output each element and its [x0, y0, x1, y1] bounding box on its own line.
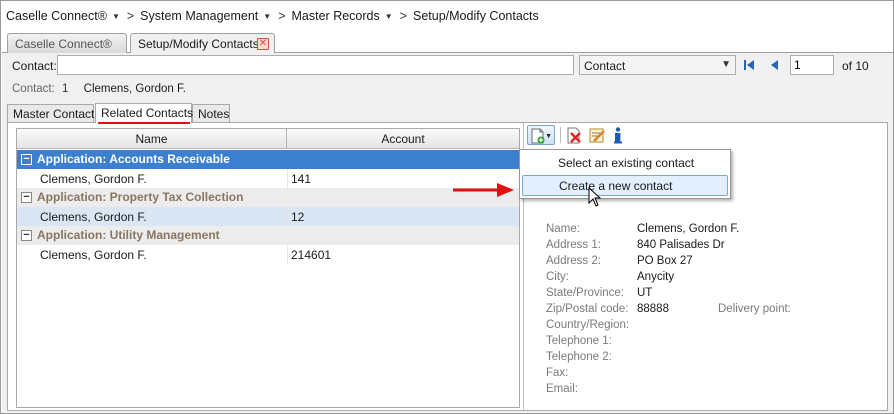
- address2-label: Address 2:: [546, 255, 601, 267]
- collapse-icon[interactable]: −: [21, 230, 32, 241]
- contact-label: Contact:: [12, 59, 57, 73]
- new-contact-menu: Select an existing contact Create a new …: [519, 149, 731, 199]
- chevron-down-icon[interactable]: ▼: [112, 12, 120, 21]
- tab-master-contact[interactable]: Master Contact: [7, 104, 94, 122]
- summary-count: 1: [62, 83, 69, 95]
- grid-header: Name Account: [17, 129, 519, 149]
- annotation-arrow-icon: [453, 183, 514, 197]
- tab-label: Setup/Modify Contacts: [138, 37, 259, 51]
- tab-related-contacts[interactable]: Related Contacts: [95, 103, 193, 123]
- column-header-account[interactable]: Account: [287, 129, 519, 148]
- delivery-point-label: Delivery point:: [718, 303, 791, 315]
- address1-value: 840 Palisades Dr: [637, 239, 725, 251]
- telephone1-label: Telephone 1:: [546, 335, 612, 347]
- edit-contact-icon[interactable]: [588, 125, 606, 145]
- table-row[interactable]: Clemens, Gordon F. 12: [17, 207, 519, 226]
- zip-value: 88888: [637, 303, 669, 315]
- delete-contact-icon[interactable]: [565, 125, 583, 145]
- name-value: Clemens, Gordon F.: [637, 223, 740, 235]
- contact-search-input[interactable]: [57, 55, 574, 75]
- chevron-down-icon: ▼: [721, 59, 731, 70]
- cell-name: Clemens, Gordon F.: [40, 248, 147, 262]
- summary-label: Contact:: [12, 83, 55, 95]
- document-tabstrip: Caselle Connect® Setup/Modify Contacts ✕: [2, 31, 893, 54]
- menu-item-create-new[interactable]: Create a new contact: [522, 175, 728, 196]
- annotation-underline: [98, 122, 190, 124]
- main-content: Contact: Contact ▼ of 10 Contact: 1 Clem…: [2, 53, 893, 413]
- chevron-down-icon[interactable]: ▼: [263, 12, 271, 21]
- breadcrumb-item-system-management[interactable]: System Management: [140, 9, 258, 23]
- collapse-icon[interactable]: −: [21, 154, 32, 165]
- search-by-value: Contact: [584, 59, 626, 73]
- record-total: of 10: [842, 59, 869, 73]
- state-value: UT: [637, 287, 653, 299]
- related-contacts-grid: Name Account − Application: Accounts Rec…: [16, 128, 520, 408]
- address2-value: PO Box 27: [637, 255, 693, 267]
- cell-account: 12: [291, 210, 305, 224]
- tab-caselle-connect[interactable]: Caselle Connect®: [7, 33, 127, 53]
- chevron-down-icon: ▼: [545, 133, 552, 140]
- menu-item-select-existing[interactable]: Select an existing contact: [522, 152, 728, 173]
- chevron-down-icon[interactable]: ▼: [385, 12, 393, 21]
- cell-divider: [287, 207, 288, 226]
- info-icon[interactable]: [611, 125, 625, 145]
- search-by-select[interactable]: Contact ▼: [579, 55, 736, 75]
- breadcrumb: Caselle Connect® ▼ > System Management ▼…: [2, 2, 893, 30]
- tab-setup-modify-contacts[interactable]: Setup/Modify Contacts ✕: [130, 33, 275, 54]
- zip-label: Zip/Postal code:: [546, 303, 629, 315]
- email-label: Email:: [546, 383, 578, 395]
- breadcrumb-item-current: Setup/Modify Contacts: [412, 9, 539, 23]
- summary-name: Clemens, Gordon F.: [83, 83, 186, 95]
- cell-divider: [287, 169, 288, 188]
- fax-label: Fax:: [546, 367, 569, 379]
- group-row-accounts-receivable[interactable]: − Application: Accounts Receivable: [17, 150, 519, 169]
- tab-notes[interactable]: Notes: [192, 104, 230, 122]
- cell-name: Clemens, Gordon F.: [40, 210, 147, 224]
- address1-label: Address 1:: [546, 239, 601, 251]
- breadcrumb-separator: >: [399, 9, 407, 23]
- city-label: City:: [546, 271, 569, 283]
- group-title: Application: Utility Management: [37, 228, 220, 242]
- toolbar-separator: [560, 127, 561, 143]
- table-row[interactable]: Clemens, Gordon F. 141: [17, 169, 519, 188]
- first-record-icon[interactable]: [742, 58, 756, 72]
- cell-divider: [287, 245, 288, 264]
- breadcrumb-separator: >: [126, 9, 135, 23]
- mouse-cursor-icon: [588, 187, 602, 207]
- contact-search-row: Contact: Contact ▼ of 10: [2, 53, 893, 77]
- breadcrumb-item-master-records[interactable]: Master Records: [292, 9, 380, 23]
- cell-account: 141: [291, 172, 312, 186]
- group-title: Application: Accounts Receivable: [37, 152, 230, 166]
- new-document-icon: [531, 128, 545, 144]
- window: Caselle Connect® ▼ > System Management ▼…: [0, 0, 894, 414]
- new-contact-button[interactable]: ▼: [527, 125, 555, 145]
- country-label: Country/Region:: [546, 319, 630, 331]
- close-icon[interactable]: ✕: [257, 38, 269, 50]
- state-label: State/Province:: [546, 287, 624, 299]
- column-header-name[interactable]: Name: [17, 129, 287, 148]
- breadcrumb-separator: >: [278, 9, 286, 23]
- group-row-utility-management[interactable]: − Application: Utility Management: [17, 226, 519, 245]
- collapse-icon[interactable]: −: [21, 192, 32, 203]
- telephone2-label: Telephone 2:: [546, 351, 612, 363]
- group-title: Application: Property Tax Collection: [37, 190, 244, 204]
- breadcrumb-item-home[interactable]: Caselle Connect®: [6, 9, 107, 23]
- name-label: Name:: [546, 223, 580, 235]
- cell-name: Clemens, Gordon F.: [40, 172, 147, 186]
- cell-account: 214601: [291, 248, 332, 262]
- contact-summary: Contact: 1 Clemens, Gordon F.: [12, 83, 186, 95]
- record-number-input[interactable]: [790, 55, 834, 75]
- group-row-property-tax[interactable]: − Application: Property Tax Collection: [17, 188, 519, 207]
- related-contacts-panel: Name Account − Application: Accounts Rec…: [7, 122, 888, 411]
- table-row[interactable]: Clemens, Gordon F. 214601: [17, 245, 519, 264]
- previous-record-icon[interactable]: [768, 58, 782, 72]
- city-value: Anycity: [637, 271, 675, 283]
